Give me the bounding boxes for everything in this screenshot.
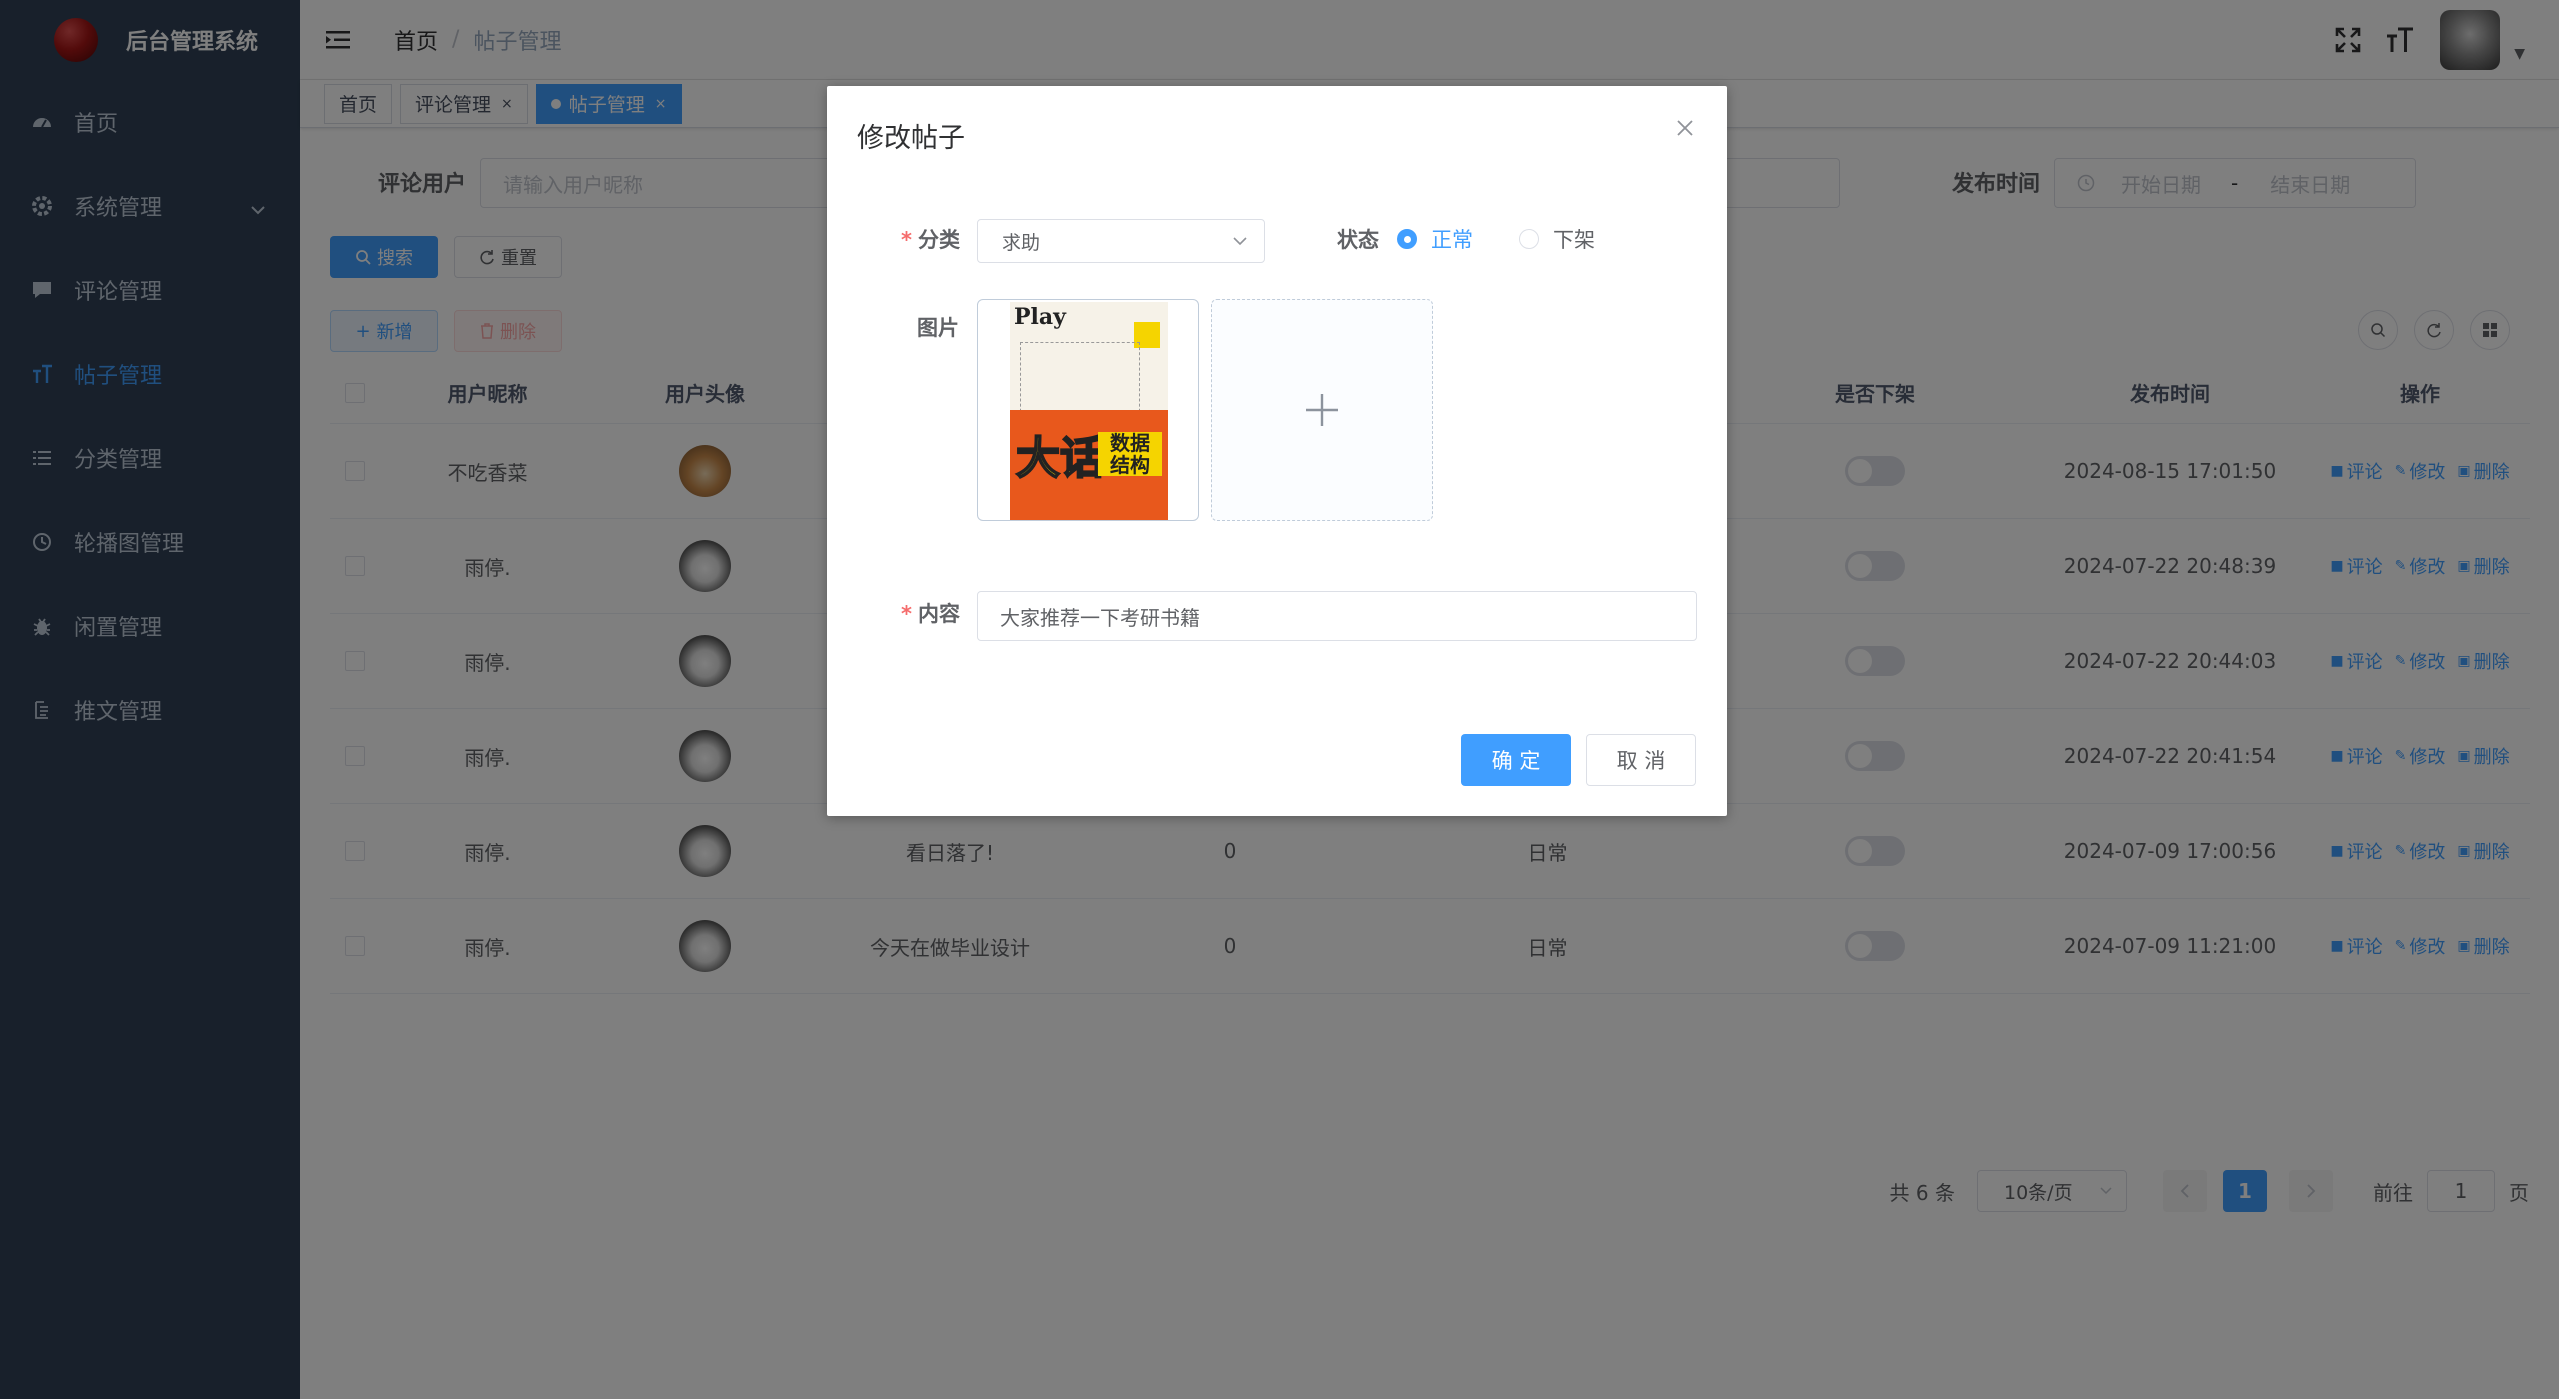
dialog-title: 修改帖子 bbox=[857, 123, 965, 154]
status-radio-normal[interactable]: 正常 bbox=[1397, 224, 1473, 254]
status-label: 状态 bbox=[1337, 228, 1379, 252]
chevron-down-icon bbox=[1233, 237, 1247, 246]
edit-post-dialog: 修改帖子 * 分类 求助 状态 正常 下架 图片 Play 大话 数据 结构 *… bbox=[827, 86, 1727, 816]
confirm-button[interactable]: 确 定 bbox=[1461, 734, 1571, 786]
status-radio-off[interactable]: 下架 bbox=[1519, 224, 1595, 254]
radio-circle bbox=[1519, 229, 1539, 249]
cover-big-title: 大话 bbox=[1015, 432, 1105, 485]
uploaded-image-thumbnail[interactable]: Play 大话 数据 结构 bbox=[977, 299, 1199, 521]
upload-add-button[interactable] bbox=[1211, 299, 1433, 521]
radio-label: 下架 bbox=[1553, 228, 1595, 252]
category-select[interactable]: 求助 bbox=[977, 219, 1265, 263]
cover-subtitle-2: 结构 bbox=[1110, 453, 1150, 477]
plus-icon bbox=[1306, 394, 1338, 426]
close-icon[interactable] bbox=[1673, 116, 1697, 140]
cover-subtitle: 数据 结构 bbox=[1098, 432, 1162, 476]
book-cover-image: Play 大话 数据 结构 bbox=[1010, 302, 1168, 520]
content-textarea[interactable]: 大家推荐一下考研书籍 bbox=[977, 591, 1697, 641]
category-label: * 分类 bbox=[901, 224, 960, 254]
content-label-text: 内容 bbox=[917, 602, 960, 626]
required-mark: * bbox=[901, 602, 912, 626]
cover-subtitle-1: 数据 bbox=[1110, 431, 1150, 455]
cancel-button[interactable]: 取 消 bbox=[1586, 734, 1696, 786]
category-value: 求助 bbox=[1002, 231, 1041, 254]
cover-play-text: Play bbox=[1014, 304, 1066, 330]
radio-circle bbox=[1397, 229, 1417, 249]
radio-label: 正常 bbox=[1431, 228, 1473, 252]
content-label: * 内容 bbox=[901, 598, 960, 628]
category-label-text: 分类 bbox=[917, 228, 960, 252]
required-mark: * bbox=[901, 228, 912, 252]
image-label: 图片 bbox=[917, 316, 959, 340]
